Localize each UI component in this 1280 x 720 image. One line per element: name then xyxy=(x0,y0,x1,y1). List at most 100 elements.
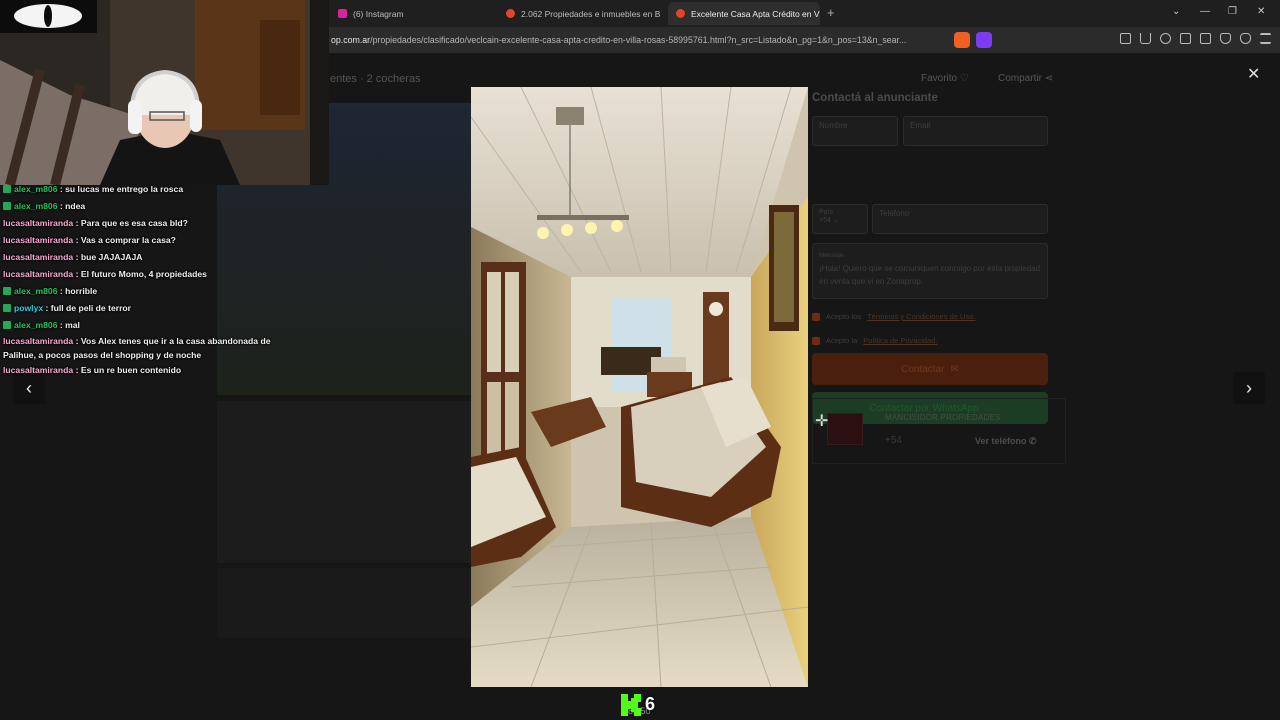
zonaprop-icon xyxy=(506,9,515,18)
chat-username: alex_m806 xyxy=(14,286,58,296)
close-window-icon[interactable]: ✕ xyxy=(1257,6,1265,17)
restore-icon[interactable]: ❐ xyxy=(1228,6,1237,17)
privacy-checkbox[interactable] xyxy=(812,336,820,345)
country-code: +54 xyxy=(819,217,831,224)
chat-message: alex_m806 : su lucas me entrego la rosca xyxy=(3,181,183,198)
tab-label: Excelente Casa Apta Crédito en V xyxy=(691,8,820,19)
tab-label: 2.062 Propiedades e inmuebles en B xyxy=(521,8,661,19)
chat-text: bue JAJAJAJA xyxy=(80,252,143,262)
chat-text: Vas a comprar la casa? xyxy=(80,235,176,245)
chat-username: lucasaltamiranda xyxy=(3,269,74,279)
chat-badge-icon xyxy=(3,287,11,295)
country-select[interactable]: País +54 ⌄ xyxy=(812,204,868,234)
terms-checkbox-row[interactable]: Acepto los Términos y Condiciones de Uso. xyxy=(812,312,975,321)
instagram-icon xyxy=(338,9,347,18)
chat-badge-icon xyxy=(3,185,11,193)
eye-logo-icon xyxy=(14,4,82,28)
message-field[interactable]: Mensaje ¡Hola! Quiero que se comuniquen c… xyxy=(812,243,1048,299)
agent-phone: +54 xyxy=(885,435,902,446)
menu-icon[interactable] xyxy=(1260,33,1271,44)
chat-username: lucasaltamiranda xyxy=(3,235,74,245)
agent-name: MANCISIDOR PROPIEDADES xyxy=(885,413,1001,422)
chevron-right-icon: › xyxy=(1246,377,1252,398)
media-icon[interactable] xyxy=(1160,33,1171,44)
chat-text: full de peli de terror xyxy=(50,303,132,313)
cursor-crosshair-icon: ✛ xyxy=(815,413,829,430)
chat-message: lucasaltamiranda : El futuro Momo, 4 pro… xyxy=(3,269,207,279)
agent-logo xyxy=(827,413,863,445)
chat-message: alex_m806 : ndea xyxy=(3,198,85,215)
terms-checkbox[interactable] xyxy=(812,312,820,321)
terms-link[interactable]: Términos y Condiciones de Uso. xyxy=(867,312,975,321)
chat-text: Es un re buen contenido xyxy=(80,365,182,375)
chat-username: lucasaltamiranda xyxy=(3,218,74,228)
chat-text: horrible xyxy=(65,286,98,296)
contact-button-label: Contactar xyxy=(901,363,945,375)
chat-username: powlyx xyxy=(14,303,44,313)
name-placeholder: Nombre xyxy=(819,121,848,130)
chat-badge-icon xyxy=(3,202,11,210)
chat-username: lucasaltamiranda xyxy=(3,252,74,262)
url-host: op.com.ar xyxy=(331,35,371,45)
chat-username: lucasaltamiranda xyxy=(3,365,74,375)
contact-panel: Contactá al anunciante Nombre Email País… xyxy=(808,80,1068,424)
download-icon[interactable] xyxy=(1140,33,1151,44)
chat-message: alex_m806 : mal xyxy=(3,317,80,334)
chevron-left-icon: ‹ xyxy=(26,377,32,398)
privacy-checkbox-row[interactable]: Acepto la Política de Privacidad. xyxy=(812,336,938,345)
contact-button[interactable]: Contactar ✉ xyxy=(812,353,1048,385)
close-gallery-icon[interactable]: ✕ xyxy=(1247,64,1260,84)
kick-logo-icon xyxy=(621,694,641,716)
chat-badge-icon xyxy=(3,304,11,312)
chat-text: ndea xyxy=(65,201,86,211)
new-tab-button[interactable]: + xyxy=(827,5,835,20)
url-path: /propiedades/clasificado/veclcain-excele… xyxy=(370,35,907,45)
extensions-icon[interactable] xyxy=(1120,33,1131,44)
tab-label: (6) Instagram xyxy=(353,8,404,19)
webcam-overlay xyxy=(0,0,329,185)
email-field[interactable]: Email xyxy=(903,116,1048,146)
phone-icon: ✆ xyxy=(1029,436,1037,446)
tab-list-chevron-icon[interactable]: ⌄ xyxy=(1172,6,1180,17)
country-label: País xyxy=(819,209,834,216)
chat-text: su lucas me entrego la rosca xyxy=(65,184,184,194)
message-label: Mensaje xyxy=(819,252,844,259)
listing-photo-thumb[interactable] xyxy=(217,568,472,638)
viewer-count: 6 xyxy=(645,694,656,714)
vpn-shield-icon[interactable] xyxy=(1240,33,1251,44)
next-photo-button[interactable]: › xyxy=(1233,372,1265,404)
chat-message: alex_m806 : horrible xyxy=(3,283,97,300)
wallet-icon[interactable] xyxy=(1200,33,1211,44)
tab-excelente-casa[interactable]: Excelente Casa Apta Crédito en V ✕ xyxy=(668,2,820,25)
channel-logo xyxy=(0,0,97,33)
gallery-photo xyxy=(471,87,808,687)
show-phone-label: Ver teléfono xyxy=(975,436,1027,446)
chat-text: El futuro Momo, 4 propiedades xyxy=(80,269,207,279)
chat-text: Para que es esa casa bld? xyxy=(80,218,188,228)
minimize-icon[interactable]: — xyxy=(1200,6,1210,17)
chat-message: powlyx : full de peli de terror xyxy=(3,300,131,317)
show-phone-link[interactable]: Ver teléfono ✆ xyxy=(975,436,1037,447)
chat-text: Palihue, a pocos pasos del shopping y de… xyxy=(3,350,202,360)
chat-username: lucasaltamiranda xyxy=(3,336,74,346)
name-field[interactable]: Nombre xyxy=(812,116,898,146)
phone-placeholder: Teléfono xyxy=(879,209,910,218)
tab-propiedades[interactable]: 2.062 Propiedades e inmuebles en B xyxy=(498,2,666,25)
chat-text: Vos Alex tenes que ir a la casa abandona… xyxy=(80,336,271,346)
chat-message: lucasaltamiranda : bue JAJAJAJA xyxy=(3,252,143,262)
privacy-link[interactable]: Política de Privacidad. xyxy=(863,336,937,345)
chat-badge-icon xyxy=(3,321,11,329)
privacy-prefix: Acepto la xyxy=(826,336,858,345)
brave-rewards-icon[interactable] xyxy=(976,32,992,48)
sidebar-icon[interactable] xyxy=(1180,33,1191,44)
email-placeholder: Email xyxy=(910,121,931,130)
leo-ai-icon[interactable] xyxy=(1220,33,1231,44)
url-field[interactable]: op.com.ar/propiedades/clasificado/veclca… xyxy=(331,32,943,48)
phone-field[interactable]: Teléfono xyxy=(872,204,1048,234)
tab-instagram[interactable]: (6) Instagram xyxy=(330,2,496,25)
brave-shields-icon[interactable] xyxy=(954,32,970,48)
listing-title: entes · 2 cocheras xyxy=(330,73,421,85)
chat-username: alex_m806 xyxy=(14,201,58,211)
listing-photo-thumb[interactable] xyxy=(217,401,472,563)
message-text: ¡Hola! Quiero que se comuniquen conmigo … xyxy=(819,264,1041,286)
